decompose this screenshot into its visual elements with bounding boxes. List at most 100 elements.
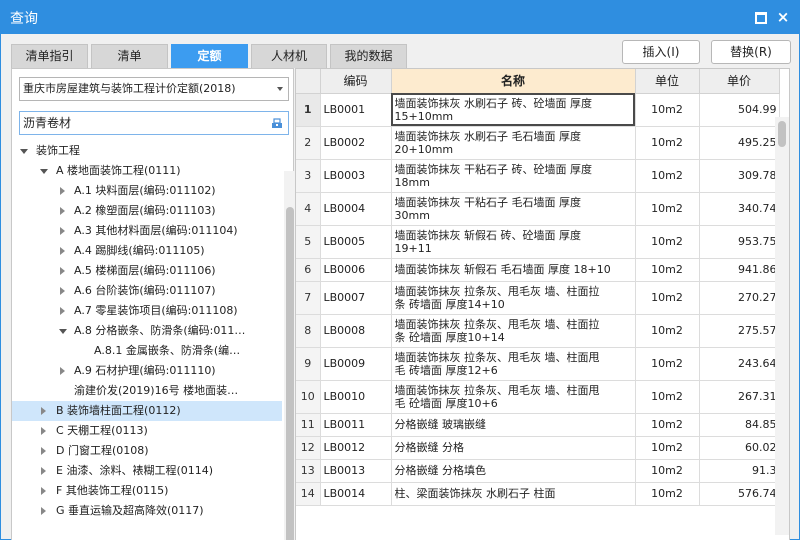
table-row[interactable]: 7 LB0007 墙面装饰抹灰 拉条灰、甩毛灰 墙、柱面拉条 砖墙面 厚度14+10… bbox=[296, 281, 780, 315]
price-cell[interactable]: 275.57 bbox=[699, 314, 780, 348]
row-number-cell[interactable]: 14 bbox=[296, 482, 321, 506]
unit-cell[interactable]: 10m2 bbox=[635, 126, 700, 160]
collapse-arrow-icon[interactable] bbox=[58, 181, 68, 201]
price-cell[interactable]: 243.64 bbox=[699, 347, 780, 381]
name-cell[interactable]: 分格嵌缝 玻璃嵌缝 bbox=[391, 413, 636, 437]
tab-quota[interactable]: 定额 bbox=[171, 44, 248, 68]
unit-cell[interactable]: 10m2 bbox=[635, 281, 700, 315]
table-row[interactable]: 11 LB0011 分格嵌缝 玻璃嵌缝 10m2 84.85 bbox=[296, 413, 780, 437]
tree-node[interactable]: 渝建价发(2019)16号 楼地面装… bbox=[12, 381, 282, 401]
table-row[interactable]: 14 LB0014 柱、梁面装饰抹灰 水刷石子 柱面 10m2 576.74 bbox=[296, 482, 780, 506]
name-cell[interactable]: 墙面装饰抹灰 斩假石 砖、砼墙面 厚度 19+11 bbox=[391, 225, 636, 259]
collapse-arrow-icon[interactable] bbox=[39, 441, 49, 461]
tree-node[interactable]: A.7 零星装饰项目(编码:011108) bbox=[12, 301, 282, 321]
tab-bill[interactable]: 清单 bbox=[91, 44, 168, 68]
expand-arrow-icon[interactable] bbox=[58, 321, 68, 341]
price-cell[interactable]: 91.3 bbox=[699, 459, 780, 483]
tab-labor-material-machine[interactable]: 人材机 bbox=[251, 44, 327, 68]
tab-bill-guide[interactable]: 清单指引 bbox=[11, 44, 88, 68]
code-cell[interactable]: LB0002 bbox=[320, 126, 392, 160]
code-cell[interactable]: LB0008 bbox=[320, 314, 392, 348]
code-header[interactable]: 编码 bbox=[320, 69, 392, 94]
table-row[interactable]: 5 LB0005 墙面装饰抹灰 斩假石 砖、砼墙面 厚度 19+11 10m2 953.7… bbox=[296, 225, 780, 259]
tree-node[interactable]: B 装饰墙柱面工程(0112) bbox=[12, 401, 282, 421]
collapse-arrow-icon[interactable] bbox=[39, 421, 49, 441]
tree-node[interactable]: A.8 分格嵌条、防滑条(编码:011… bbox=[12, 321, 282, 341]
unit-cell[interactable]: 10m2 bbox=[635, 459, 700, 483]
name-cell[interactable]: 墙面装饰抹灰 拉条灰、甩毛灰 墙、柱面甩毛 砖墙面 厚度12+6 bbox=[391, 347, 636, 381]
price-cell[interactable]: 953.75 bbox=[699, 225, 780, 259]
insert-button[interactable]: 插入(I) bbox=[622, 40, 700, 64]
collapse-arrow-icon[interactable] bbox=[58, 301, 68, 321]
price-cell[interactable]: 495.25 bbox=[699, 126, 780, 160]
row-number-cell[interactable]: 11 bbox=[296, 413, 321, 437]
unit-cell[interactable]: 10m2 bbox=[635, 93, 700, 127]
collapse-arrow-icon[interactable] bbox=[58, 221, 68, 241]
name-cell[interactable]: 柱、梁面装饰抹灰 水刷石子 柱面 bbox=[391, 482, 636, 506]
unit-cell[interactable]: 10m2 bbox=[635, 436, 700, 460]
close-icon[interactable]: × bbox=[775, 9, 791, 25]
price-header[interactable]: 单价 bbox=[699, 69, 780, 94]
table-row[interactable]: 8 LB0008 墙面装饰抹灰 拉条灰、甩毛灰 墙、柱面拉条 砼墙面 厚度10+14… bbox=[296, 314, 780, 348]
grid-vertical-scrollbar[interactable] bbox=[775, 117, 789, 535]
tree-node[interactable]: E 油漆、涂料、裱糊工程(0114) bbox=[12, 461, 282, 481]
row-number-cell[interactable]: 13 bbox=[296, 459, 321, 483]
collapse-arrow-icon[interactable] bbox=[58, 241, 68, 261]
unit-cell[interactable]: 10m2 bbox=[635, 159, 700, 193]
row-number-cell[interactable]: 2 bbox=[296, 126, 321, 160]
row-number-cell[interactable]: 8 bbox=[296, 314, 321, 348]
code-cell[interactable]: LB0001 bbox=[320, 93, 392, 127]
row-number-cell[interactable]: 3 bbox=[296, 159, 321, 193]
table-row[interactable]: 4 LB0004 墙面装饰抹灰 干粘石子 毛石墙面 厚度 30mm 10m2 340.74 bbox=[296, 192, 780, 226]
code-cell[interactable]: LB0004 bbox=[320, 192, 392, 226]
code-cell[interactable]: LB0006 bbox=[320, 258, 392, 282]
name-header[interactable]: 名称 bbox=[391, 69, 636, 94]
unit-cell[interactable]: 10m2 bbox=[635, 314, 700, 348]
quota-library-select[interactable]: 重庆市房屋建筑与装饰工程计价定额(2018) bbox=[19, 77, 289, 101]
replace-button[interactable]: 替换(R) bbox=[711, 40, 791, 64]
name-cell[interactable]: 墙面装饰抹灰 拉条灰、甩毛灰 墙、柱面拉条 砖墙面 厚度14+10 bbox=[391, 281, 636, 315]
code-cell[interactable]: LB0007 bbox=[320, 281, 392, 315]
row-number-cell[interactable]: 10 bbox=[296, 380, 321, 414]
code-cell[interactable]: LB0012 bbox=[320, 436, 392, 460]
table-row[interactable]: 12 LB0012 分格嵌缝 分格 10m2 60.02 bbox=[296, 436, 780, 460]
unit-cell[interactable]: 10m2 bbox=[635, 482, 700, 506]
tree-node[interactable]: F 其他装饰工程(0115) bbox=[12, 481, 282, 501]
row-number-cell[interactable]: 4 bbox=[296, 192, 321, 226]
name-cell[interactable]: 墙面装饰抹灰 水刷石子 砖、砼墙面 厚度 15+10mm bbox=[391, 93, 636, 127]
price-cell[interactable]: 60.02 bbox=[699, 436, 780, 460]
code-cell[interactable]: LB0010 bbox=[320, 380, 392, 414]
tree-node[interactable]: A.9 石材护理(编码:011110) bbox=[12, 361, 282, 381]
row-number-cell[interactable]: 7 bbox=[296, 281, 321, 315]
collapse-arrow-icon[interactable] bbox=[39, 401, 49, 421]
unit-cell[interactable]: 10m2 bbox=[635, 347, 700, 381]
name-cell[interactable]: 墙面装饰抹灰 干粘石子 砖、砼墙面 厚度 18mm bbox=[391, 159, 636, 193]
row-number-cell[interactable]: 12 bbox=[296, 436, 321, 460]
collapse-arrow-icon[interactable] bbox=[58, 281, 68, 301]
price-cell[interactable]: 267.31 bbox=[699, 380, 780, 414]
tree-node[interactable]: C 天棚工程(0113) bbox=[12, 421, 282, 441]
table-row[interactable]: 6 LB0006 墙面装饰抹灰 斩假石 毛石墙面 厚度 18+10 10m2 941.8… bbox=[296, 258, 780, 282]
name-cell[interactable]: 墙面装饰抹灰 干粘石子 毛石墙面 厚度 30mm bbox=[391, 192, 636, 226]
code-cell[interactable]: LB0011 bbox=[320, 413, 392, 437]
expand-arrow-icon[interactable] bbox=[19, 141, 29, 161]
unit-header[interactable]: 单位 bbox=[635, 69, 700, 94]
unit-cell[interactable]: 10m2 bbox=[635, 192, 700, 226]
row-number-cell[interactable]: 5 bbox=[296, 225, 321, 259]
unit-cell[interactable]: 10m2 bbox=[635, 413, 700, 437]
price-cell[interactable]: 270.27 bbox=[699, 281, 780, 315]
maximize-icon[interactable] bbox=[752, 9, 768, 25]
table-row[interactable]: 3 LB0003 墙面装饰抹灰 干粘石子 砖、砼墙面 厚度 18mm 10m2 309.7… bbox=[296, 159, 780, 193]
name-cell[interactable]: 分格嵌缝 分格填色 bbox=[391, 459, 636, 483]
table-row[interactable]: 10 LB0010 墙面装饰抹灰 拉条灰、甩毛灰 墙、柱面甩毛 砼墙面 厚度10+6… bbox=[296, 380, 780, 414]
collapse-arrow-icon[interactable] bbox=[58, 261, 68, 281]
tree-node[interactable]: 装饰工程 bbox=[12, 141, 282, 161]
tree-node[interactable]: A.5 楼梯面层(编码:011106) bbox=[12, 261, 282, 281]
tree-node[interactable]: A.6 台阶装饰(编码:011107) bbox=[12, 281, 282, 301]
price-cell[interactable]: 576.74 bbox=[699, 482, 780, 506]
price-cell[interactable]: 340.74 bbox=[699, 192, 780, 226]
price-cell[interactable]: 941.86 bbox=[699, 258, 780, 282]
price-cell[interactable]: 84.85 bbox=[699, 413, 780, 437]
tree-node[interactable]: A.3 其他材料面层(编码:011104) bbox=[12, 221, 282, 241]
tree-scrollbar-thumb[interactable] bbox=[286, 207, 294, 540]
